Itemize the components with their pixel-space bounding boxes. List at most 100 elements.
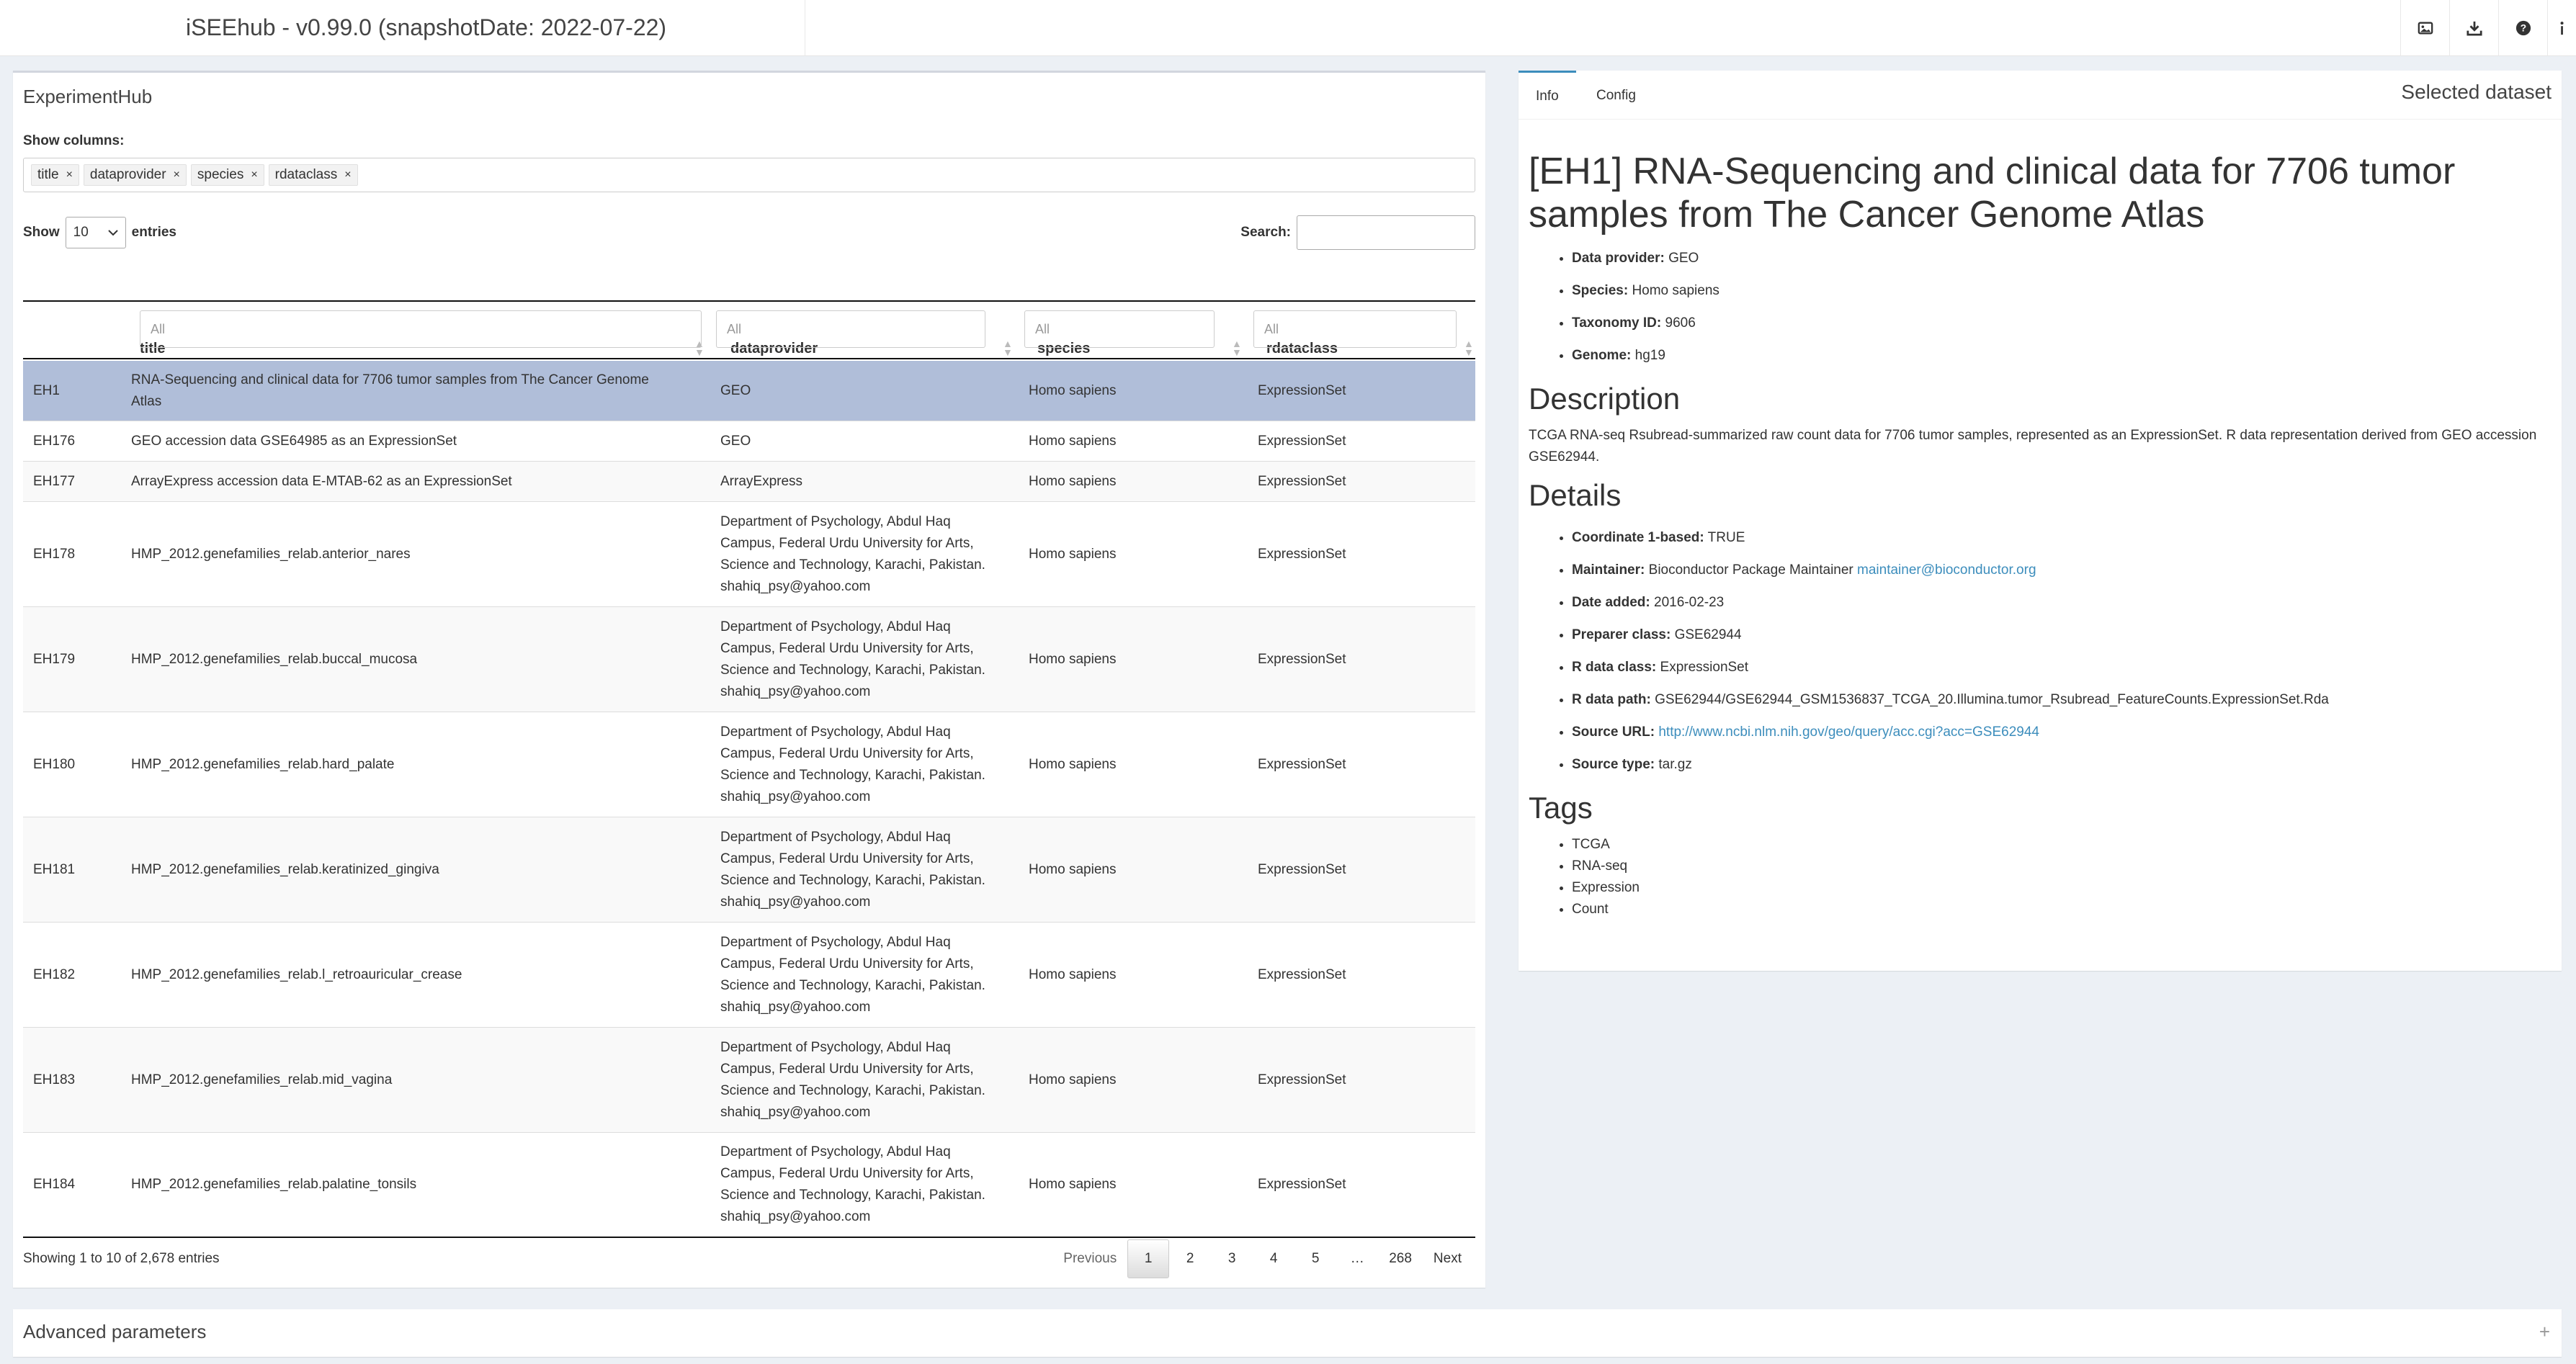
advanced-parameters-title: Advanced parameters xyxy=(23,1321,207,1342)
show-label: Show xyxy=(23,225,60,240)
page-button-1[interactable]: 1 xyxy=(1127,1239,1170,1278)
meta-key: Taxonomy ID: xyxy=(1572,315,1662,331)
cell-rdataclass: ExpressionSet xyxy=(1258,382,1346,398)
cell-title: ArrayExpress accession data E-MTAB-62 as… xyxy=(131,473,512,489)
cell-dataprovider: Department of Psychology, Abdul Haq Camp… xyxy=(720,1039,985,1120)
search-label: Search: xyxy=(1240,225,1291,240)
list-item: R data class: ExpressionSet xyxy=(1572,651,2552,683)
cell-title: HMP_2012.genefamilies_relab.l_retroauric… xyxy=(131,966,462,982)
filter-input-dataprovider[interactable]: All xyxy=(716,310,985,348)
cell-title: HMP_2012.genefamilies_relab.buccal_mucos… xyxy=(131,651,418,667)
dataset-heading: [EH1] RNA-Sequencing and clinical data f… xyxy=(1529,151,2456,235)
filter-input-species[interactable]: All xyxy=(1024,310,1215,348)
expand-icon[interactable]: + xyxy=(2539,1321,2550,1343)
help-icon[interactable]: ? xyxy=(2498,0,2547,56)
filter-input-title[interactable]: All xyxy=(140,310,702,348)
cell-id: EH183 xyxy=(33,1072,76,1087)
description-text: TCGA RNA-seq Rsubread-summarized raw cou… xyxy=(1529,428,2537,465)
cell-id: EH181 xyxy=(33,861,76,877)
table-row[interactable]: EH182 HMP_2012.genefamilies_relab.l_retr… xyxy=(23,923,1475,1028)
cell-id: EH176 xyxy=(33,433,76,449)
cell-rdataclass: ExpressionSet xyxy=(1258,546,1346,562)
entries-select[interactable]: 10 xyxy=(65,217,126,248)
table-row[interactable]: EH176 GEO accession data GSE64985 as an … xyxy=(23,421,1475,462)
cell-dataprovider: Department of Psychology, Abdul Haq Camp… xyxy=(720,1144,985,1224)
tag-item: TCGA xyxy=(1572,834,2552,856)
table-row[interactable]: EH179 HMP_2012.genefamilies_relab.buccal… xyxy=(23,607,1475,712)
page-button-5[interactable]: 5 xyxy=(1294,1239,1336,1278)
remove-icon[interactable]: × xyxy=(66,169,73,181)
detail-key: Maintainer: xyxy=(1572,562,1645,578)
detail-value: Bioconductor Package Maintainer xyxy=(1648,562,1853,578)
pagination: Previous 1 2 3 4 5 … 268 Next xyxy=(1052,1239,1472,1278)
filter-row: All All All All xyxy=(23,302,1475,359)
list-item: Taxonomy ID: 9606 xyxy=(1572,307,2552,339)
details-heading: Details xyxy=(1529,478,1622,512)
cell-rdataclass: ExpressionSet xyxy=(1258,1072,1346,1087)
column-chip-title[interactable]: title × xyxy=(31,164,79,186)
list-item: Preparer class: GSE62944 xyxy=(1572,619,2552,651)
previous-page-button[interactable]: Previous xyxy=(1052,1239,1127,1278)
column-chip-rdataclass[interactable]: rdataclass × xyxy=(268,164,358,186)
top-header: iSEEhub - v0.99.0 (snapshotDate: 2022-07… xyxy=(0,0,2576,56)
remove-icon[interactable]: × xyxy=(344,169,351,181)
detail-value: GSE62944 xyxy=(1674,627,1742,642)
list-item: Maintainer: Bioconductor Package Maintai… xyxy=(1572,554,2552,586)
remove-icon[interactable]: × xyxy=(251,169,257,181)
show-columns-label: Show columns: xyxy=(23,133,125,148)
maintainer-email-link[interactable]: maintainer@bioconductor.org xyxy=(1857,562,2036,578)
info-icon[interactable] xyxy=(2547,0,2576,56)
search-control: Search: xyxy=(1240,215,1475,250)
filter-input-rdataclass[interactable]: All xyxy=(1253,310,1457,348)
table-row[interactable]: EH181 HMP_2012.genefamilies_relab.kerati… xyxy=(23,817,1475,923)
search-input[interactable] xyxy=(1297,215,1475,250)
cell-species: Homo sapiens xyxy=(1029,1177,1117,1192)
source-url-link[interactable]: http://www.ncbi.nlm.nih.gov/geo/query/ac… xyxy=(1658,724,2039,740)
screenshot-icon[interactable] xyxy=(2400,0,2449,56)
cell-dataprovider: Department of Psychology, Abdul Haq Camp… xyxy=(720,934,985,1015)
table-row[interactable]: EH178 HMP_2012.genefamilies_relab.anteri… xyxy=(23,502,1475,607)
app-title: iSEEhub - v0.99.0 (snapshotDate: 2022-07… xyxy=(186,14,667,40)
meta-list: Data provider: GEO Species: Homo sapiens… xyxy=(1572,242,2552,372)
meta-value: 9606 xyxy=(1665,315,1696,331)
tab-info[interactable]: Info xyxy=(1519,71,1576,120)
cell-title: HMP_2012.genefamilies_relab.hard_palate xyxy=(131,756,395,772)
selected-dataset-box: Info Config Selected dataset [EH1] RNA-S… xyxy=(1519,71,2562,971)
tags-list: TCGA RNA-seq Expression Count xyxy=(1572,834,2552,920)
cell-rdataclass: ExpressionSet xyxy=(1258,433,1346,449)
download-icon[interactable] xyxy=(2449,0,2498,56)
table-row[interactable]: EH183 HMP_2012.genefamilies_relab.mid_va… xyxy=(23,1028,1475,1133)
list-item: Source type: tar.gz xyxy=(1572,748,2552,781)
pagination-ellipsis: … xyxy=(1350,1251,1364,1266)
cell-title: HMP_2012.genefamilies_relab.anterior_nar… xyxy=(131,546,411,562)
cell-species: Homo sapiens xyxy=(1029,473,1117,489)
cell-dataprovider: Department of Psychology, Abdul Haq Camp… xyxy=(720,829,985,910)
table-row[interactable]: EH177 ArrayExpress accession data E-MTAB… xyxy=(23,462,1475,502)
panel-title: Selected dataset xyxy=(2401,81,2552,103)
chip-label: title xyxy=(37,167,59,182)
remove-icon[interactable]: × xyxy=(174,169,180,181)
table-row[interactable]: EH1 RNA-Sequencing and clinical data for… xyxy=(23,361,1475,421)
advanced-parameters-box[interactable]: Advanced parameters + xyxy=(13,1309,2562,1357)
detail-key: Preparer class: xyxy=(1572,627,1671,642)
table-row[interactable]: EH184 HMP_2012.genefamilies_relab.palati… xyxy=(23,1133,1475,1238)
detail-value: GSE62944/GSE62944_GSM1536837_TCGA_20.Ill… xyxy=(1655,692,2329,707)
column-chip-dataprovider[interactable]: dataprovider × xyxy=(83,164,187,186)
page-button-2[interactable]: 2 xyxy=(1169,1239,1211,1278)
meta-value: GEO xyxy=(1668,251,1699,266)
meta-value: hg19 xyxy=(1634,348,1665,363)
tab-config[interactable]: Config xyxy=(1579,71,1653,120)
cell-species: Homo sapiens xyxy=(1029,966,1117,982)
next-page-button[interactable]: Next xyxy=(1423,1239,1472,1278)
dataset-info: [EH1] RNA-Sequencing and clinical data f… xyxy=(1529,150,2552,920)
cell-rdataclass: ExpressionSet xyxy=(1258,861,1346,877)
entries-label: entries xyxy=(131,225,176,240)
column-chip-species[interactable]: species × xyxy=(190,164,264,186)
experimenthub-box: ExperimentHub Show columns: title × datap… xyxy=(13,71,1485,1288)
page-button-4[interactable]: 4 xyxy=(1253,1239,1294,1278)
show-columns-select[interactable]: title × dataprovider × species × rdataclass… xyxy=(23,158,1475,192)
table-row[interactable]: EH180 HMP_2012.genefamilies_relab.hard_p… xyxy=(23,712,1475,817)
page-button-268[interactable]: 268 xyxy=(1378,1239,1423,1278)
page-button-3[interactable]: 3 xyxy=(1211,1239,1253,1278)
entries-value: 10 xyxy=(73,225,89,240)
